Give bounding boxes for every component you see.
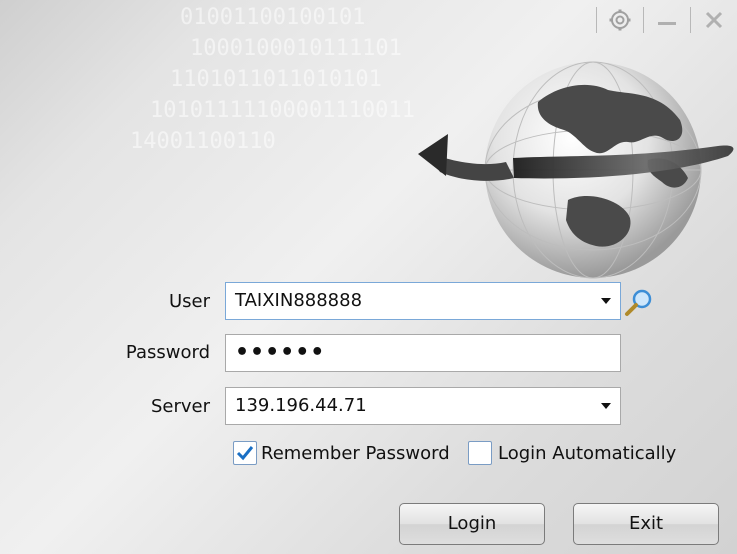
user-combobox[interactable]: TAIXIN888888 [225,282,621,320]
remember-password-checkbox[interactable] [233,441,257,465]
chevron-down-icon[interactable] [601,403,611,409]
server-label: Server [150,396,210,417]
user-value: TAIXIN888888 [235,290,363,311]
chevron-down-icon[interactable] [601,298,611,304]
login-automatically-label[interactable]: Login Automatically [498,443,676,464]
binary-line: 1000100010111101 [190,36,402,61]
login-window: 01001100100101 1000100010111101 11010110… [0,0,737,554]
binary-line: 14001100110 [130,129,276,154]
checkmark-icon [236,446,254,461]
password-field[interactable]: •••••• [225,334,621,372]
binary-line: 10101111100001110011 [150,98,415,123]
minimize-icon[interactable] [644,4,690,36]
login-button[interactable]: Login [399,503,545,545]
exit-button[interactable]: Exit [573,503,719,545]
binary-line: 1101011011010101 [170,67,382,92]
user-label: User [168,291,210,312]
binary-line: 01001100100101 [180,5,366,30]
globe-logo [418,61,734,279]
search-icon[interactable] [624,288,654,318]
password-value: •••••• [235,340,326,365]
server-value: 139.196.44.71 [235,395,367,416]
server-combobox[interactable]: 139.196.44.71 [225,387,621,425]
close-icon[interactable] [691,4,737,36]
password-label: Password [125,342,210,363]
window-controls [596,3,737,37]
remember-password-label[interactable]: Remember Password [261,443,450,464]
login-automatically-checkbox[interactable] [468,441,492,465]
settings-icon[interactable] [597,4,643,36]
